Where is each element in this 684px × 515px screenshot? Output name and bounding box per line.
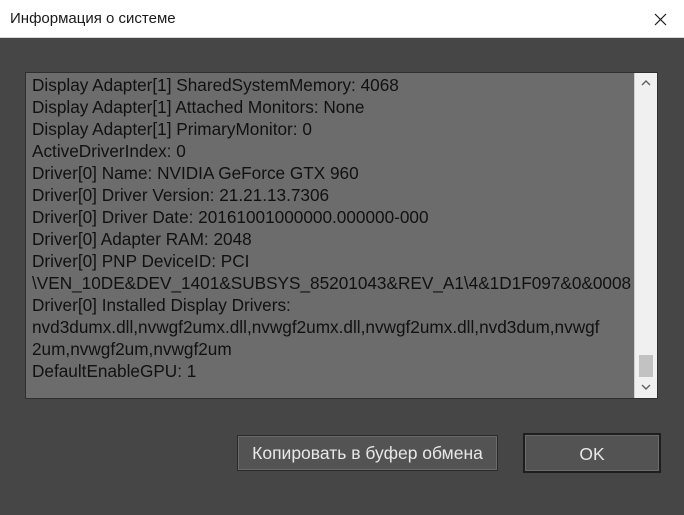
chevron-down-icon — [641, 384, 651, 390]
text-line: ActiveDriverIndex: 0 — [32, 141, 186, 161]
text-line: nvd3dumx.dll,nvwgf2umx.dll,nvwgf2umx.dll… — [32, 317, 600, 337]
text-line: DefaultEnableGPU: 1 — [32, 361, 197, 381]
chevron-up-icon — [641, 80, 651, 86]
close-icon — [654, 13, 667, 26]
scroll-up-button[interactable] — [635, 73, 657, 93]
dialog-content: Display Adapter[1] SharedSystemMemory: 4… — [0, 38, 684, 515]
text-line: Display Adapter[1] Attached Monitors: No… — [32, 97, 365, 117]
text-line: Display Adapter[1] SharedSystemMemory: 4… — [32, 75, 399, 95]
system-info-text: Display Adapter[1] SharedSystemMemory: 4… — [32, 74, 634, 382]
text-line: Driver[0] Installed Display Drivers: — [32, 295, 291, 315]
title-bar[interactable]: Информация о системе — [0, 0, 684, 38]
text-line: Driver[0] PNP DeviceID: PCI — [32, 251, 250, 271]
text-line: Driver[0] Name: NVIDIA GeForce GTX 960 — [32, 163, 359, 183]
scroll-thumb[interactable] — [639, 355, 653, 377]
scroll-down-button[interactable] — [635, 378, 657, 398]
text-line: Display Adapter[1] PrimaryMonitor: 0 — [32, 119, 312, 139]
text-line: Driver[0] Driver Version: 21.21.13.7306 — [32, 185, 330, 205]
system-info-dialog: Информация о системе Display Adapter[1] … — [0, 0, 684, 515]
window-title: Информация о системе — [10, 10, 176, 27]
ok-button[interactable]: OK — [523, 433, 661, 473]
text-line: Driver[0] Driver Date: 20161001000000.00… — [32, 207, 429, 227]
vertical-scrollbar[interactable] — [634, 73, 657, 398]
system-info-textarea[interactable]: Display Adapter[1] SharedSystemMemory: 4… — [25, 72, 658, 399]
text-line: \VEN_10DE&DEV_1401&SUBSYS_85201043&REV_A… — [32, 273, 632, 293]
copy-to-clipboard-button[interactable]: Копировать в буфер обмена — [237, 435, 498, 471]
text-line: 2um,nvwgf2um,nvwgf2um — [32, 339, 232, 359]
text-line: Driver[0] Adapter RAM: 2048 — [32, 229, 252, 249]
close-button[interactable] — [638, 0, 684, 38]
